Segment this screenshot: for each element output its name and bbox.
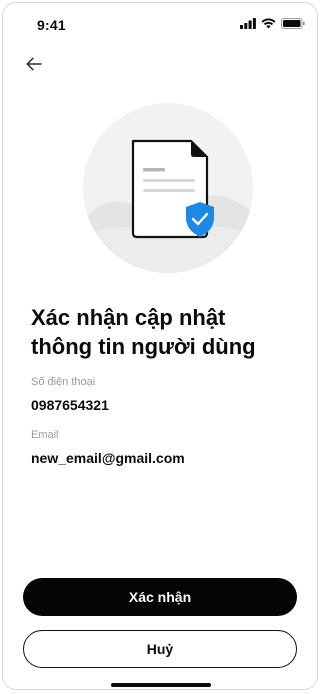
phone-value: 0987654321 (31, 397, 109, 413)
home-indicator (111, 683, 211, 687)
arrow-left-icon (26, 57, 42, 71)
back-button[interactable] (21, 51, 47, 77)
status-bar: 9:41 (3, 3, 317, 47)
phone-screen: 9:41 Xác nhận cập nhật thông tin người d… (2, 2, 318, 690)
status-icons (240, 18, 305, 29)
status-time: 9:41 (37, 17, 66, 33)
page-title-line-2: thông tin người dùng (31, 334, 256, 359)
page-title-line-1: Xác nhận cập nhật (31, 305, 226, 330)
email-label: Email (31, 429, 59, 441)
phone-label: Số điện thoại (31, 376, 96, 388)
wifi-icon (261, 18, 276, 29)
document-verified-icon (83, 103, 253, 273)
confirm-button[interactable]: Xác nhận (23, 578, 297, 616)
cancel-button[interactable]: Huỷ (23, 630, 297, 668)
page-title: Xác nhận cập nhật thông tin người dùng (31, 303, 301, 361)
signal-icon (240, 18, 256, 29)
battery-icon (281, 18, 305, 29)
email-value: new_email@gmail.com (31, 450, 185, 466)
